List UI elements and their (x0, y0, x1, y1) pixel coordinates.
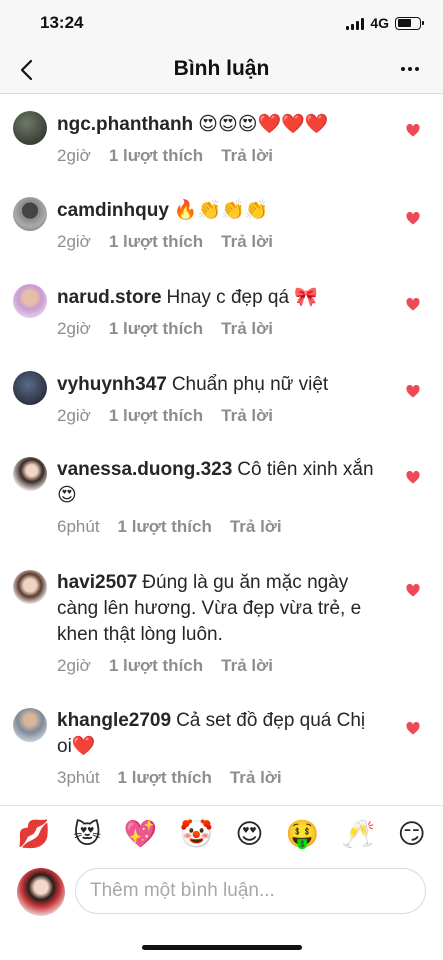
comment-time: 2giờ (57, 656, 91, 675)
comment-body: ngc.phanthanh 😍😍😍❤️❤️❤️ (57, 112, 377, 138)
comment-time: 2giờ (57, 146, 91, 165)
heart-icon[interactable] (406, 212, 420, 225)
comment-meta: 2giờ 1 lượt thích Trả lời (57, 319, 273, 339)
comment-text: 🔥👏👏👏 (173, 200, 269, 221)
reply-link[interactable]: Trả lời (230, 768, 282, 788)
comment-meta: 6phút 1 lượt thích Trả lời (57, 517, 282, 537)
avatar[interactable] (13, 708, 47, 742)
comment-body: khangle2709 Cả set đồ đẹp quá Chị oi❤️ (57, 708, 377, 760)
battery-icon (395, 16, 424, 30)
comment-meta: 3phút 1 lượt thích Trả lời (57, 768, 282, 788)
heart-eyes-cat-emoji-button[interactable]: 😻 (73, 821, 101, 848)
kiss-mark-emoji-button[interactable]: 💋 (17, 821, 51, 848)
comment-likes-link[interactable]: 1 lượt thích (109, 232, 203, 252)
reply-link[interactable]: Trả lời (230, 517, 282, 537)
comment-username[interactable]: narud.store (57, 287, 162, 308)
avatar[interactable] (13, 284, 47, 318)
comment-time: 6phút (57, 517, 100, 536)
reply-link[interactable]: Trả lời (221, 146, 273, 166)
avatar[interactable] (13, 197, 47, 231)
comment-body: havi2507 Đúng là gu ăn mặc ngày càng lên … (57, 570, 377, 648)
comment-text: Hnay c đẹp qá 🎀 (166, 287, 318, 308)
comment-username[interactable]: havi2507 (57, 572, 137, 593)
comment-body: camdinhquy 🔥👏👏👏 (57, 198, 377, 224)
smirk-emoji-button[interactable]: 😏 (398, 821, 426, 848)
comment-time: 3phút (57, 768, 100, 787)
comment-meta: 2giờ 1 lượt thích Trả lời (57, 406, 273, 426)
heart-icon[interactable] (406, 385, 420, 398)
comment-body: vanessa.duong.323 Cô tiên xinh xắn 😍 (57, 457, 377, 509)
network-label: 4G (370, 15, 389, 31)
status-bar: 13:24 4G (0, 0, 443, 46)
comment-time: 2giờ (57, 319, 91, 338)
page-title: Bình luận (173, 57, 270, 80)
comment-likes-link[interactable]: 1 lượt thích (118, 517, 212, 537)
chevron-left-icon (20, 59, 33, 81)
comment-meta: 2giờ 1 lượt thích Trả lời (57, 146, 273, 166)
reply-link[interactable]: Trả lời (221, 656, 273, 676)
comment-username[interactable]: khangle2709 (57, 710, 171, 731)
comment-composer (0, 864, 443, 924)
comment-meta: 2giờ 1 lượt thích Trả lời (57, 232, 273, 252)
heart-icon[interactable] (406, 124, 420, 137)
my-avatar (17, 868, 65, 916)
comment-username[interactable]: vanessa.duong.323 (57, 459, 232, 480)
reply-link[interactable]: Trả lời (221, 232, 273, 252)
more-options-button[interactable] (401, 67, 419, 71)
more-dot-icon (401, 67, 405, 71)
comment-input[interactable] (75, 868, 426, 914)
comment-text: 😍😍😍❤️❤️❤️ (198, 114, 329, 135)
comment-likes-link[interactable]: 1 lượt thích (109, 319, 203, 339)
home-indicator[interactable] (142, 945, 302, 950)
status-indicators: 4G (346, 15, 424, 31)
avatar[interactable] (13, 457, 47, 491)
money-mouth-emoji-button[interactable]: 🤑 (286, 821, 320, 848)
heart-eyes-emoji-button[interactable]: 😍 (235, 821, 263, 848)
comment-meta: 2giờ 1 lượt thích Trả lời (57, 656, 273, 676)
status-time: 13:24 (40, 13, 84, 32)
back-button[interactable] (14, 56, 42, 84)
comment-time: 2giờ (57, 406, 91, 425)
comment-text: Chuẩn phụ nữ việt (171, 374, 329, 395)
heart-icon[interactable] (406, 298, 420, 311)
signal-icon (346, 17, 365, 30)
comment-username[interactable]: camdinhquy (57, 200, 169, 221)
avatar[interactable] (13, 111, 47, 145)
comment-likes-link[interactable]: 1 lượt thích (118, 768, 212, 788)
sparkling-heart-emoji-button[interactable]: 💖 (124, 821, 158, 848)
emoji-bar: 💋 😻 💖 🤡 😍 🤑 🥂 😏 (0, 806, 443, 862)
clown-emoji-button[interactable]: 🤡 (179, 821, 213, 848)
heart-icon[interactable] (406, 471, 420, 484)
clinking-glasses-emoji-button[interactable]: 🥂 (342, 821, 376, 848)
avatar[interactable] (13, 371, 47, 405)
comment-username[interactable]: ngc.phanthanh (57, 114, 193, 135)
comment-username[interactable]: vyhuynh347 (57, 374, 167, 395)
avatar[interactable] (13, 570, 47, 604)
comment-likes-link[interactable]: 1 lượt thích (109, 656, 203, 676)
reply-link[interactable]: Trả lời (221, 406, 273, 426)
heart-icon[interactable] (406, 722, 420, 735)
reply-link[interactable]: Trả lời (221, 319, 273, 339)
header: Bình luận (0, 46, 443, 94)
comment-body: vyhuynh347 Chuẩn phụ nữ việt (57, 372, 377, 398)
heart-icon[interactable] (406, 584, 420, 597)
comment-likes-link[interactable]: 1 lượt thích (109, 146, 203, 166)
comment-likes-link[interactable]: 1 lượt thích (109, 406, 203, 426)
comment-time: 2giờ (57, 232, 91, 251)
comment-body: narud.store Hnay c đẹp qá 🎀 (57, 285, 377, 311)
